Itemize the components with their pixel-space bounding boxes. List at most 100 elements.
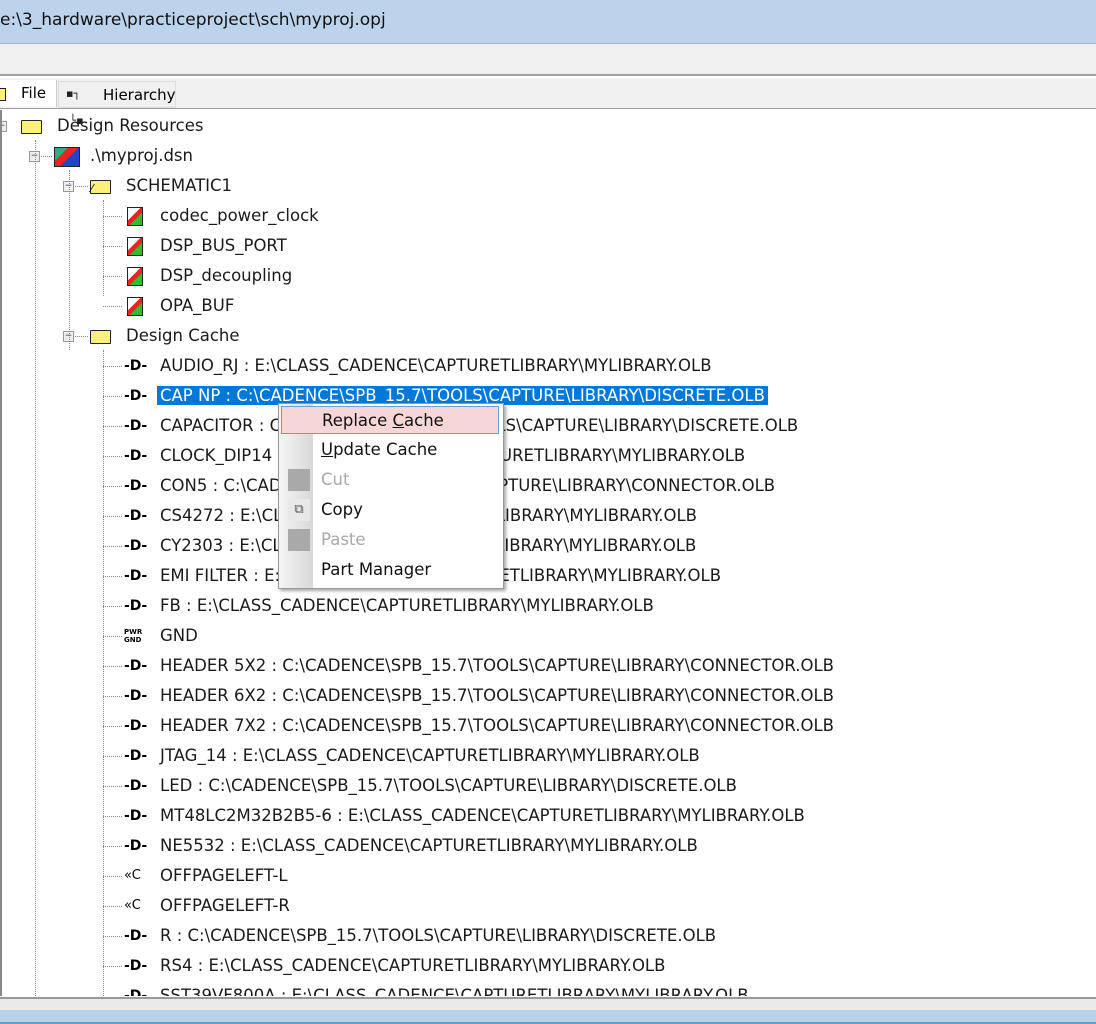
tree-item-label: HEADER 5X2 : C:\CADENCE\SPB_15.7\TOOLS\C…: [160, 656, 835, 675]
tree-item[interactable]: Design Resources: [54, 112, 206, 140]
tree-item[interactable]: R : C:\CADENCE\SPB_15.7\TOOLS\CAPTURE\LI…: [157, 922, 719, 950]
tree-item-label: OPA_BUF: [160, 296, 235, 315]
tree-item[interactable]: OPA_BUF: [157, 292, 237, 320]
schematic-page-icon: [127, 237, 143, 256]
tree-item[interactable]: HEADER 5X2 : C:\CADENCE\SPB_15.7\TOOLS\C…: [157, 652, 837, 680]
menu-item-label: Replace Cache: [322, 411, 444, 430]
menu-item-copy[interactable]: ⧉ Copy: [281, 496, 499, 524]
tree-item-label: DSP_decoupling: [160, 266, 293, 285]
tab-file[interactable]: File: [0, 80, 57, 107]
design-file-icon: [54, 147, 80, 167]
part-icon: ‑D‑: [124, 808, 148, 824]
tree-item[interactable]: DSP_BUS_PORT: [157, 232, 290, 260]
tree-item[interactable]: HEADER 6X2 : C:\CADENCE\SPB_15.7\TOOLS\C…: [157, 682, 837, 710]
tree-item-label: JTAG_14 : E:\CLASS_CADENCE\CAPTURETLIBRA…: [160, 746, 700, 765]
collapse-toggle[interactable]: −: [2, 121, 7, 132]
part-icon: ‑D‑: [124, 418, 148, 434]
tree-item[interactable]: SCHEMATIC1: [123, 172, 235, 200]
tree-item[interactable]: RS4 : E:\CLASS_CADENCE\CAPTURETLIBRARY\M…: [157, 952, 668, 980]
part-icon: ‑D‑: [124, 778, 148, 794]
menu-item-update-cache[interactable]: Update Cache: [281, 436, 499, 464]
part-icon: ‑D‑: [124, 838, 148, 854]
paste-icon: [288, 529, 310, 551]
window-title: e:\3_hardware\practiceproject\sch\myproj…: [0, 10, 386, 30]
menu-item-label: Update Cache: [321, 440, 438, 459]
tree-connector: [103, 456, 122, 457]
tab-hierarchy[interactable]: ▪┐ └▪ Hierarchy: [58, 81, 176, 127]
tree-item-label: SST39VF800A : E:\CLASS_CADENCE\CAPTURETL…: [160, 986, 749, 996]
tree-item-label: Design Cache: [126, 326, 240, 345]
tree-item[interactable]: .\myproj.dsn: [87, 142, 196, 170]
menu-item-part-manager[interactable]: Part Manager: [281, 556, 499, 584]
part-icon: ‑D‑: [124, 958, 148, 974]
schematic-folder-icon: ⁄: [90, 180, 111, 195]
tree-connector: [103, 200, 104, 296]
tree-item-label: DSP_BUS_PORT: [160, 236, 287, 255]
tree-item[interactable]: OFFPAGELEFT-R: [157, 892, 293, 920]
tree-item[interactable]: DSP_decoupling: [157, 262, 295, 290]
tree-item-label: R : C:\CADENCE\SPB_15.7\TOOLS\CAPTURE\LI…: [160, 926, 717, 945]
tree-connector: [103, 246, 122, 247]
tree-connector: [103, 636, 122, 637]
menu-item-cut[interactable]: Cut: [281, 466, 499, 494]
schematic-page-icon: [127, 207, 143, 226]
toolbar: [0, 44, 1096, 76]
part-icon: ‑D‑: [124, 658, 148, 674]
part-icon: ‑D‑: [124, 448, 148, 464]
tree-item-label: AUDIO_RJ : E:\CLASS_CADENCE\CAPTURETLIBR…: [160, 356, 712, 375]
folder-icon: [0, 88, 6, 101]
horizontal-scrollbar[interactable]: [0, 997, 1096, 1011]
tree-connector: [103, 726, 122, 727]
menu-item-label: Cut: [321, 470, 350, 489]
tree-item[interactable]: Design Cache: [123, 322, 243, 350]
tree-item[interactable]: LED : C:\CADENCE\SPB_15.7\TOOLS\CAPTURE\…: [157, 772, 740, 800]
menu-item-label: Paste: [321, 530, 366, 549]
menu-item-replace-cache[interactable]: Replace Cache: [281, 406, 499, 434]
tree-connector: [103, 906, 122, 907]
title-bar: e:\3_hardware\practiceproject\sch\myproj…: [0, 0, 1096, 44]
context-menu: Replace Cache Update Cache Cut ⧉ Copy Paste Pa…: [278, 403, 504, 589]
part-icon: ‑D‑: [124, 598, 148, 614]
part-icon: ‑D‑: [124, 508, 148, 524]
tree-connector: [103, 696, 122, 697]
folder-icon: [21, 120, 42, 134]
tree-item[interactable]: HEADER 7X2 : C:\CADENCE\SPB_15.7\TOOLS\C…: [157, 712, 837, 740]
tab-label: Hierarchy: [103, 86, 176, 104]
tree-item-label: HEADER 6X2 : C:\CADENCE\SPB_15.7\TOOLS\C…: [160, 686, 835, 705]
tree-connector: [103, 366, 122, 367]
tree-item[interactable]: SST39VF800A : E:\CLASS_CADENCE\CAPTURETL…: [157, 982, 752, 996]
tree-item[interactable]: codec_power_clock: [157, 202, 322, 230]
tree-item[interactable]: FB : E:\CLASS_CADENCE\CAPTURETLIBRARY\MY…: [157, 592, 657, 620]
tree-connector: [103, 216, 122, 217]
tree-connector: [103, 786, 122, 787]
tree-connector: [103, 816, 122, 817]
tree-connector: [103, 486, 122, 487]
part-icon: ‑D‑: [124, 388, 148, 404]
menu-item-paste[interactable]: Paste: [281, 526, 499, 554]
tree-connector: [103, 306, 122, 307]
tree-item[interactable]: JTAG_14 : E:\CLASS_CADENCE\CAPTURETLIBRA…: [157, 742, 703, 770]
tree-item-label: codec_power_clock: [160, 206, 319, 225]
tree-connector: [103, 576, 122, 577]
part-icon: ‑D‑: [124, 748, 148, 764]
project-tree[interactable]: Design Resources−.\myproj.dsn−SCHEMATIC1…: [0, 110, 1096, 996]
tree-item-label: OFFPAGELEFT-L: [160, 866, 288, 885]
schematic-page-icon: [127, 267, 143, 286]
tree-item[interactable]: AUDIO_RJ : E:\CLASS_CADENCE\CAPTURETLIBR…: [157, 352, 715, 380]
tree-item[interactable]: OFFPAGELEFT-L: [157, 862, 291, 890]
offpage-connector-icon: «C: [124, 898, 141, 913]
tree-connector: [103, 516, 122, 517]
tree-connector: [103, 936, 122, 937]
tree-connector: [103, 876, 122, 877]
tree-item-label: GND: [160, 626, 198, 645]
tree-item-label: FB : E:\CLASS_CADENCE\CAPTURETLIBRARY\MY…: [160, 596, 654, 615]
tree-item[interactable]: MT48LC2M32B2B5-6 : E:\CLASS_CADENCE\CAPT…: [157, 802, 808, 830]
tree-item[interactable]: GND: [157, 622, 201, 650]
tab-label: File: [21, 84, 47, 102]
tree-item[interactable]: NE5532 : E:\CLASS_CADENCE\CAPTURETLIBRAR…: [157, 832, 701, 860]
tree-connector: [35, 140, 36, 996]
part-icon: ‑D‑: [124, 478, 148, 494]
tree-item-label: NE5532 : E:\CLASS_CADENCE\CAPTURETLIBRAR…: [160, 836, 698, 855]
tree-connector: [69, 170, 70, 350]
power-gnd-icon: PWR GND: [124, 628, 143, 644]
